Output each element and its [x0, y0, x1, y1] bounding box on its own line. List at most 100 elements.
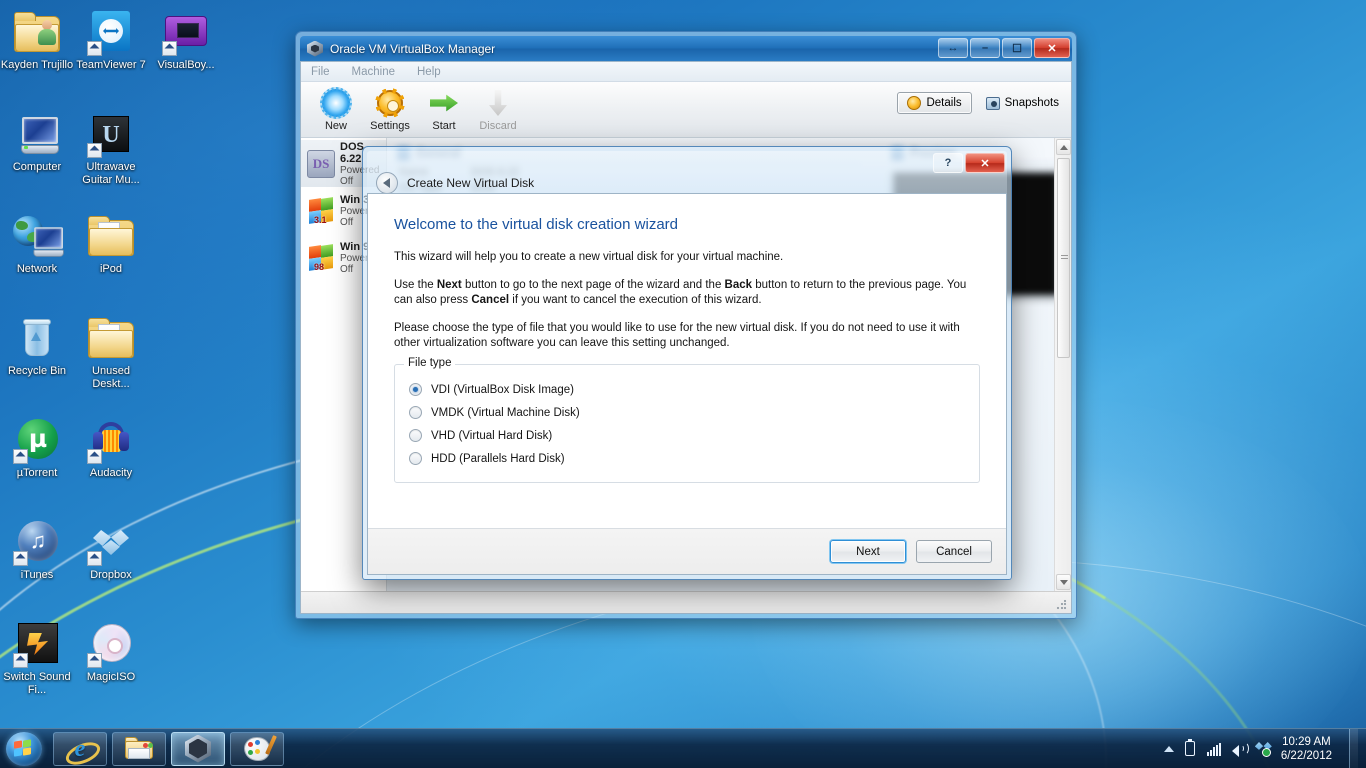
signal-bars-icon[interactable]	[1206, 740, 1222, 757]
taskbar-item-virtualbox[interactable]	[171, 731, 225, 766]
radio-label: VHD (Virtual Hard Disk)	[431, 429, 553, 442]
desktop-icon-itunes[interactable]: iTunes	[0, 518, 74, 582]
desktop-icon-visualboyadvance[interactable]: VisualBoy...	[149, 8, 223, 72]
cancel-button[interactable]: Cancel	[916, 540, 992, 563]
menu-bar: File Machine Help	[301, 62, 1071, 82]
taskbar-item-paint[interactable]	[230, 731, 284, 766]
tab-label: Details	[926, 97, 962, 109]
battery-icon[interactable]	[1183, 738, 1198, 757]
desktop-icon-dropbox[interactable]: Dropbox	[74, 518, 148, 582]
radio-button[interactable]	[409, 452, 422, 465]
radio-option-vhd[interactable]: VHD (Virtual Hard Disk)	[409, 424, 965, 447]
desktop-icon-magiciso[interactable]: MagicISO	[74, 620, 148, 684]
new-icon	[320, 87, 352, 119]
details-scrollbar[interactable]	[1054, 138, 1071, 591]
dialog-main: Welcome to the virtual disk creation wiz…	[368, 194, 1006, 528]
resize-button[interactable]: ↔	[938, 38, 968, 58]
gear-icon	[374, 87, 406, 119]
close-button[interactable]: ✕	[1034, 38, 1070, 58]
virtualbox-cube-icon	[185, 734, 211, 763]
taskbar: 10:29 AM 6/22/2012	[0, 728, 1366, 768]
shortcut-overlay-icon	[87, 653, 102, 668]
menu-item-machine[interactable]: Machine	[352, 66, 395, 78]
paint-icon	[244, 734, 277, 761]
desktop-icon-label: VisualBoy...	[157, 59, 215, 71]
vm-version-badge: 98	[314, 261, 325, 272]
chevron-up-icon[interactable]	[1163, 745, 1174, 752]
menu-item-help[interactable]: Help	[417, 66, 441, 78]
shortcut-overlay-icon	[87, 551, 102, 566]
recycle-bin-icon	[13, 314, 61, 362]
desktop-icon-ipod[interactable]: iPod	[74, 212, 148, 276]
desktop-icon-label: Switch Sound Fi...	[3, 671, 71, 696]
scroll-down-button[interactable]	[1056, 574, 1071, 590]
wizard-paragraph-3: Please choose the type of file that you …	[394, 322, 960, 349]
clock[interactable]: 10:29 AM 6/22/2012	[1281, 735, 1332, 763]
minimize-button[interactable]: –	[970, 38, 1000, 58]
desktop-icon-ultrawave-guitar[interactable]: Ultrawave Guitar Mu...	[74, 110, 148, 187]
itunes-icon	[13, 518, 61, 566]
dropbox-tray-icon[interactable]	[1254, 740, 1272, 757]
desktop-icon-computer[interactable]: Computer	[0, 110, 74, 174]
toolbar-button-label: New	[324, 120, 347, 132]
shortcut-overlay-icon	[87, 41, 102, 56]
virtualbox-cube-icon	[307, 40, 323, 57]
windows-flag-icon	[14, 738, 34, 758]
desktop-icon-label: Network	[16, 263, 58, 275]
toolbar-button-start[interactable]: Start	[419, 87, 469, 132]
desktop-icon-label: Computer	[12, 161, 62, 173]
shortcut-overlay-icon	[87, 143, 102, 158]
desktop-icon-kayden-trujillo[interactable]: Kayden Trujillo	[0, 8, 74, 72]
speaker-icon[interactable]	[1231, 740, 1249, 757]
window-titlebar[interactable]: Oracle VM VirtualBox Manager ↔ – ☐ ✕	[300, 36, 1072, 61]
toolbar-button-new[interactable]: New	[311, 87, 361, 132]
shortcut-overlay-icon	[87, 449, 102, 464]
radio-option-hdd[interactable]: HDD (Parallels Hard Disk)	[409, 447, 965, 470]
desktop-icon-recycle-bin[interactable]: Recycle Bin	[0, 314, 74, 378]
close-button[interactable]: ✕	[965, 153, 1005, 173]
create-new-virtual-disk-dialog[interactable]: Create New Virtual Disk ? ✕ Welcome to t…	[362, 146, 1012, 580]
dos-icon	[307, 149, 335, 178]
desktop-background[interactable]: Kayden Trujillo TeamViewer 7 VisualBoy..…	[0, 0, 1366, 768]
scroll-up-button[interactable]	[1056, 139, 1071, 155]
desktop-icon-label: TeamViewer 7	[76, 59, 146, 71]
desktop-icon-teamviewer[interactable]: TeamViewer 7	[74, 8, 148, 72]
maximize-button[interactable]: ☐	[1002, 38, 1032, 58]
win31-icon: 3.1	[307, 196, 335, 225]
desktop-icon-utorrent[interactable]: µ µTorrent	[0, 416, 74, 480]
tab-snapshots[interactable]: Snapshots	[985, 96, 1059, 110]
show-desktop-button[interactable]	[1349, 728, 1358, 768]
system-tray: 10:29 AM 6/22/2012	[1163, 728, 1366, 768]
toolbar-button-settings[interactable]: Settings	[365, 87, 415, 132]
desktop-icon-unused-desktop-shortcuts[interactable]: Unused Deskt...	[74, 314, 148, 391]
radio-button[interactable]	[409, 429, 422, 442]
taskbar-item-internet-explorer[interactable]	[53, 731, 107, 766]
shortcut-overlay-icon	[13, 653, 28, 668]
clock-time: 10:29 AM	[1282, 735, 1331, 748]
menu-item-file[interactable]: File	[311, 66, 330, 78]
dialog-titlebar[interactable]: Create New Virtual Disk ? ✕	[367, 151, 1007, 193]
desktop-icon-label: Kayden Trujillo	[0, 59, 74, 71]
gear-icon	[907, 96, 922, 110]
camera-icon	[985, 96, 1000, 110]
computer-icon	[13, 110, 61, 158]
next-button[interactable]: Next	[830, 540, 906, 563]
scrollbar-thumb[interactable]	[1057, 158, 1070, 358]
radio-button[interactable]	[409, 383, 422, 396]
radio-option-vdi[interactable]: VDI (VirtualBox Disk Image)	[409, 378, 965, 401]
desktop-icon-switch-sound-file-converter[interactable]: Switch Sound Fi...	[0, 620, 74, 697]
back-arrow-icon[interactable]	[376, 172, 398, 193]
shortcut-overlay-icon	[13, 449, 28, 464]
window-title: Oracle VM VirtualBox Manager	[330, 41, 496, 56]
desktop-icon-audacity[interactable]: Audacity	[74, 416, 148, 480]
radio-option-vmdk[interactable]: VMDK (Virtual Machine Disk)	[409, 401, 965, 424]
help-button[interactable]: ?	[933, 153, 963, 173]
start-button[interactable]	[2, 731, 48, 767]
taskbar-item-windows-explorer[interactable]	[112, 731, 166, 766]
toolbar: New Settings Start Discard Details Snaps…	[301, 82, 1071, 138]
resize-grip[interactable]	[1056, 599, 1068, 611]
tab-details[interactable]: Details	[897, 92, 972, 114]
desktop-icon-network[interactable]: Network	[0, 212, 74, 276]
radio-button[interactable]	[409, 406, 422, 419]
vm-version-badge: 3.1	[314, 214, 327, 225]
